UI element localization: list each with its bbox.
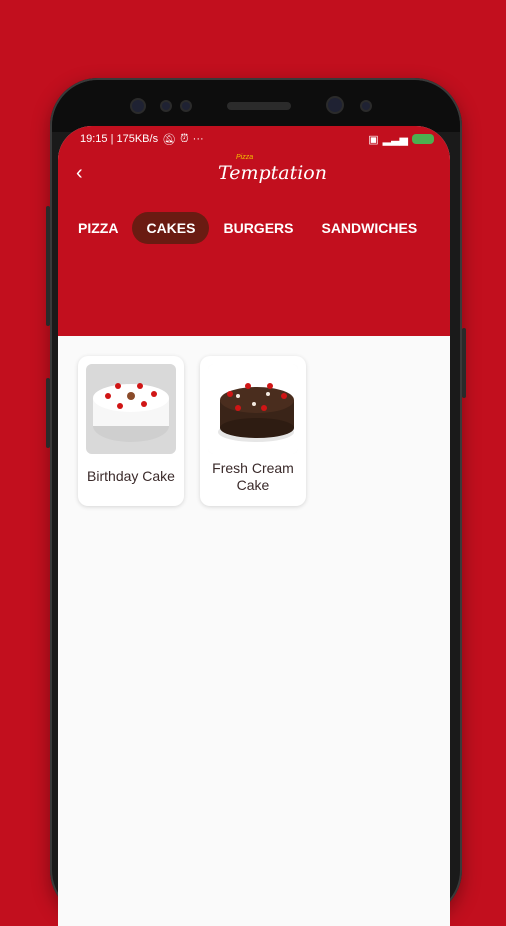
- product-name: Fresh Cream Cake: [212, 460, 294, 493]
- black-forest-cake-icon: [208, 364, 298, 454]
- nfc-icon: ▣: [368, 133, 379, 146]
- front-camera: [132, 100, 144, 112]
- power-button: [46, 378, 50, 448]
- category-tabs: PIZZA CAKES BURGERS SANDWICHES: [58, 210, 450, 246]
- tab-cakes[interactable]: CAKES: [132, 212, 210, 244]
- mute-icon: 🔕︎: [162, 133, 177, 146]
- sensor-dot: [182, 102, 190, 110]
- white-cake-icon: [86, 364, 176, 454]
- alarm-icon: ⏰︎: [180, 132, 189, 145]
- side-button: [462, 328, 466, 398]
- tab-label: PIZZA: [78, 220, 119, 236]
- earpiece-speaker: [227, 102, 291, 110]
- tab-pizza[interactable]: PIZZA: [64, 212, 132, 244]
- chevron-left-icon: ‹: [76, 162, 83, 184]
- tab-label: CAKES: [146, 220, 196, 236]
- status-more: ···: [192, 133, 204, 145]
- logo-main-text: Temptation: [218, 162, 327, 184]
- product-card-fresh-cream-cake[interactable]: Fresh Cream Cake: [200, 356, 306, 506]
- tab-sandwiches[interactable]: SANDWICHES: [307, 212, 431, 244]
- app-screen: 19:15 | 175KB/s 🔕︎ ⏰︎ ··· ▣ ▂▃▅ ‹ Pizza …: [58, 126, 450, 926]
- status-bar: 19:15 | 175KB/s 🔕︎ ⏰︎ ··· ▣ ▂▃▅: [80, 130, 434, 148]
- phone-frame: 19:15 | 175KB/s 🔕︎ ⏰︎ ··· ▣ ▂▃▅ ‹ Pizza …: [46, 78, 466, 926]
- sensor-dot: [162, 102, 170, 110]
- tab-label: SANDWICHES: [321, 220, 418, 236]
- phone-top-bezel: [52, 80, 460, 132]
- status-time: 19:15 | 175KB/s: [80, 133, 159, 145]
- product-name: Birthday Cake: [87, 468, 175, 484]
- app-header: 19:15 | 175KB/s 🔕︎ ⏰︎ ··· ▣ ▂▃▅ ‹ Pizza …: [58, 126, 450, 336]
- app-logo: Pizza Temptation: [216, 154, 327, 190]
- tab-burgers[interactable]: BURGERS: [209, 212, 307, 244]
- logo-small-text: Pizza: [236, 154, 254, 161]
- signal-icon: ▂▃▅: [382, 133, 408, 146]
- iris-scanner: [328, 98, 342, 112]
- battery-icon: [412, 134, 434, 144]
- volume-button: [46, 206, 50, 326]
- tab-label: BURGERS: [223, 220, 294, 236]
- sensor-dot: [362, 102, 370, 110]
- back-button[interactable]: ‹: [76, 162, 83, 185]
- product-grid: Birthday Cake Fresh Cream Cake: [58, 336, 450, 926]
- product-card-birthday-cake[interactable]: Birthday Cake: [78, 356, 184, 506]
